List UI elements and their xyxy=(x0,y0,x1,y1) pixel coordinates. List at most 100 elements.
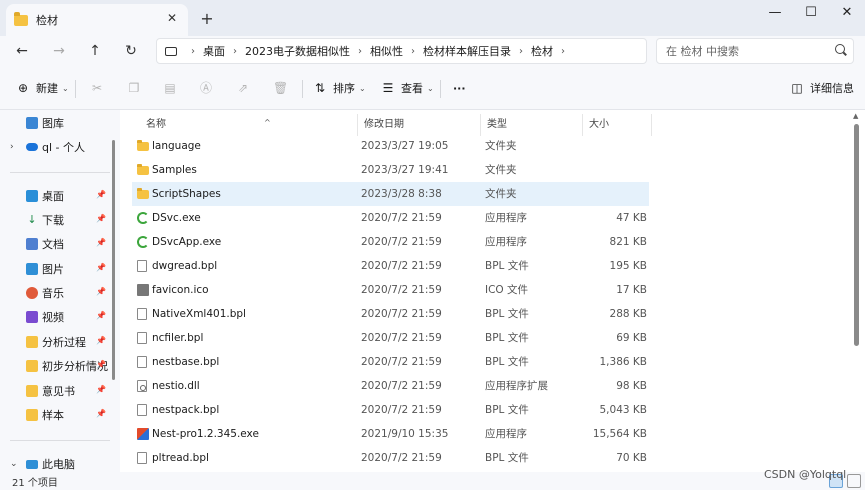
sidebar-item-pictures[interactable]: 图片 📌 xyxy=(0,258,112,280)
column-header-size[interactable]: 大小 xyxy=(583,114,652,136)
file-row[interactable]: ScriptShapes 2023/3/28 8:38 文件夹 xyxy=(132,182,649,206)
new-tab-button[interactable]: + xyxy=(198,9,216,28)
scroll-up-icon[interactable]: ▲ xyxy=(853,112,858,120)
sidebar-item-gallery[interactable]: 图库 xyxy=(0,112,112,134)
chevron-down-icon: ⌄ xyxy=(359,83,366,93)
pin-icon[interactable]: 📌 xyxy=(96,263,106,272)
chevron-right-icon[interactable]: › xyxy=(561,46,565,57)
pin-icon[interactable]: 📌 xyxy=(96,311,106,320)
file-row[interactable]: nestbase.bpl 2020/7/2 21:59 BPL 文件 1,386 KB xyxy=(132,350,649,374)
pin-icon[interactable]: 📌 xyxy=(96,287,106,296)
sidebar-item-label: 图库 xyxy=(42,117,64,130)
chevron-right-icon[interactable]: › xyxy=(411,46,415,57)
sidebar-item-music[interactable]: 音乐 📌 xyxy=(0,282,112,304)
scissors-icon: ✂ xyxy=(91,81,103,95)
file-row[interactable]: DSvcApp.exe 2020/7/2 21:59 应用程序 821 KB xyxy=(132,230,649,254)
tab-close-icon[interactable]: ✕ xyxy=(164,11,180,25)
close-button[interactable]: ✕ xyxy=(829,0,865,28)
file-type: BPL 文件 xyxy=(485,332,529,344)
sidebar-item-label: 图片 xyxy=(42,263,64,276)
chevron-right-icon[interactable]: › xyxy=(519,46,523,57)
search-input[interactable]: 在 检材 中搜索 xyxy=(656,38,854,64)
breadcrumb-item[interactable]: 2023电子数据相似性 xyxy=(245,43,350,59)
pin-icon[interactable]: 📌 xyxy=(96,336,106,345)
pin-icon[interactable]: 📌 xyxy=(96,409,106,418)
pin-icon[interactable]: 📌 xyxy=(96,214,106,223)
file-row[interactable]: Nest-pro1.2.345.exe 2021/9/10 15:35 应用程序 15… xyxy=(132,422,649,446)
paste-icon: ▤ xyxy=(164,81,176,95)
toolbar-divider xyxy=(75,80,76,98)
file-size: 195 KB xyxy=(609,260,647,272)
breadcrumb-item[interactable]: 桌面 xyxy=(203,43,225,59)
breadcrumb-item[interactable]: 相似性 xyxy=(370,43,403,59)
file-row[interactable]: nestio.dll 2020/7/2 21:59 应用程序扩展 98 KB xyxy=(132,374,649,398)
file-type: BPL 文件 xyxy=(485,404,529,416)
sidebar-scrollbar[interactable] xyxy=(112,140,115,380)
sidebar-item-label: 此电脑 xyxy=(42,458,75,471)
file-row[interactable]: DSvc.exe 2020/7/2 21:59 应用程序 47 KB xyxy=(132,206,649,230)
delete-button[interactable]: 🗑 xyxy=(273,78,293,98)
sidebar-item-this-pc[interactable]: ⌄ 此电脑 xyxy=(0,453,112,472)
breadcrumb-item[interactable]: 检材样本解压目录 xyxy=(423,43,511,59)
back-button[interactable]: ← xyxy=(10,40,34,62)
forward-button[interactable]: → xyxy=(47,40,71,62)
file-row[interactable]: language 2023/3/27 19:05 文件夹 xyxy=(132,134,649,158)
computer-icon xyxy=(26,459,38,469)
file-name: DSvcApp.exe xyxy=(152,236,222,248)
file-row[interactable]: dwgread.bpl 2020/7/2 21:59 BPL 文件 195 KB xyxy=(132,254,649,278)
column-header-date[interactable]: 修改日期 xyxy=(358,114,481,136)
sidebar-item-documents[interactable]: 文档 📌 xyxy=(0,233,112,255)
tiles-view-icon[interactable] xyxy=(847,474,861,488)
view-button[interactable]: ☰ 查看 ⌄ xyxy=(381,78,434,98)
chevron-right-icon[interactable]: › xyxy=(10,142,14,152)
details-pane-icon: ◫ xyxy=(791,81,803,95)
sidebar-item-folder[interactable]: 初步分析情况 📌 xyxy=(0,355,112,377)
pin-icon[interactable]: 📌 xyxy=(96,385,106,394)
sidebar-item-videos[interactable]: 视频 📌 xyxy=(0,306,112,328)
file-name: NativeXml401.bpl xyxy=(152,308,246,320)
sidebar-item-folder[interactable]: 分析过程 📌 xyxy=(0,331,112,353)
breadcrumb-item[interactable]: 检材 xyxy=(531,43,553,59)
up-button[interactable]: ↑ xyxy=(83,40,107,62)
column-header-type[interactable]: 类型 xyxy=(481,114,583,136)
folder-icon xyxy=(26,409,38,421)
sort-button[interactable]: ⇅ 排序 ⌄ xyxy=(313,78,366,98)
tab-current[interactable]: 检材 ✕ xyxy=(6,4,188,36)
file-list-scrollbar[interactable] xyxy=(854,124,859,346)
file-row[interactable]: NativeXml401.bpl 2020/7/2 21:59 BPL 文件 288 … xyxy=(132,302,649,326)
file-row[interactable]: nestpack.bpl 2020/7/2 21:59 BPL 文件 5,043 KB xyxy=(132,398,649,422)
column-label: 类型 xyxy=(487,119,507,130)
sidebar-item-folder[interactable]: 意见书 📌 xyxy=(0,380,112,402)
file-row[interactable]: ncfiler.bpl 2020/7/2 21:59 BPL 文件 69 KB xyxy=(132,326,649,350)
chevron-right-icon[interactable]: › xyxy=(358,46,362,57)
more-options-button[interactable]: ··· xyxy=(453,78,466,98)
sidebar-item-desktop[interactable]: 桌面 📌 xyxy=(0,185,112,207)
sidebar-divider xyxy=(10,440,110,441)
pin-icon[interactable]: 📌 xyxy=(96,360,106,369)
details-pane-button[interactable]: ◫ 详细信息 xyxy=(790,78,854,98)
cut-button[interactable]: ✂ xyxy=(90,78,110,98)
refresh-button[interactable]: ↻ xyxy=(119,40,143,62)
maximize-button[interactable]: ☐ xyxy=(793,0,829,28)
new-button[interactable]: ⊕ 新建 ⌄ xyxy=(16,78,69,98)
file-date: 2020/7/2 21:59 xyxy=(361,308,442,320)
chevron-right-icon[interactable]: › xyxy=(233,46,237,57)
share-button[interactable]: ⇗ xyxy=(236,78,256,98)
file-row[interactable]: Samples 2023/3/27 19:41 文件夹 xyxy=(132,158,649,182)
pin-icon[interactable]: 📌 xyxy=(96,238,106,247)
toolbar-divider xyxy=(440,80,441,98)
address-bar[interactable]: › 桌面 › 2023电子数据相似性 › 相似性 › 检材样本解压目录 › 检材… xyxy=(156,38,647,64)
paste-button[interactable]: ▤ xyxy=(163,78,183,98)
copy-button[interactable]: ❐ xyxy=(127,78,147,98)
minimize-button[interactable]: — xyxy=(757,0,793,28)
file-row[interactable]: pltread.bpl 2020/7/2 21:59 BPL 文件 70 KB xyxy=(132,446,649,470)
chevron-down-icon[interactable]: ⌄ xyxy=(10,459,18,469)
sidebar-item-folder[interactable]: 样本 📌 xyxy=(0,404,112,426)
pin-icon[interactable]: 📌 xyxy=(96,190,106,199)
sidebar-item-onedrive[interactable]: › ql - 个人 xyxy=(0,136,112,158)
file-row[interactable]: favicon.ico 2020/7/2 21:59 ICO 文件 17 KB xyxy=(132,278,649,302)
column-header-name[interactable]: ^ 名称 xyxy=(140,114,358,136)
file-type: 应用程序扩展 xyxy=(485,380,548,392)
sidebar-item-downloads[interactable]: ↓ 下载 📌 xyxy=(0,209,112,231)
rename-button[interactable]: Ⓐ xyxy=(199,78,219,98)
